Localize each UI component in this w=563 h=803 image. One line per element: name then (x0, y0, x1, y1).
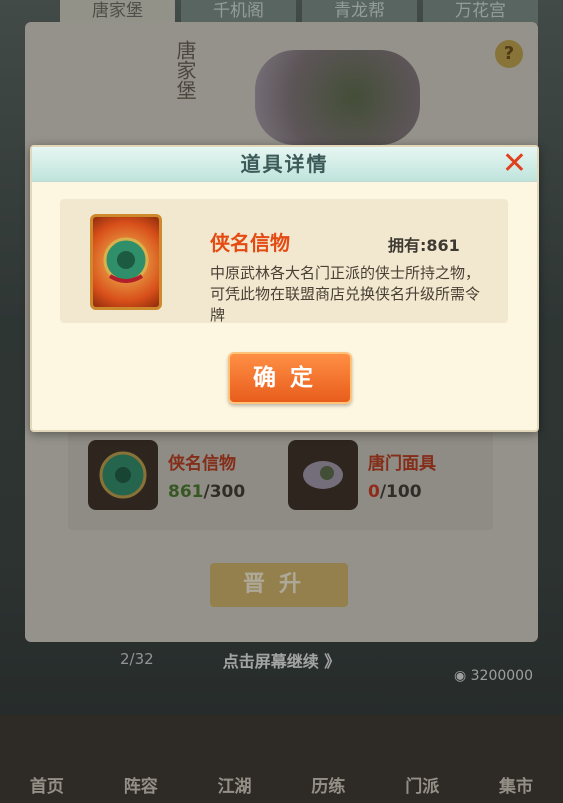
token-icon (90, 214, 162, 310)
item-info-box: 侠名信物 拥有:861 中原武林各大名门正派的侠士所持之物，可凭此物在联盟商店兑… (60, 199, 508, 324)
confirm-button[interactable]: 确定 (228, 352, 352, 404)
close-icon[interactable]: ✕ (502, 149, 527, 179)
dialog-title: 道具详情 (32, 147, 537, 182)
owned-label: 拥有: (388, 236, 427, 255)
item-owned: 拥有:861 (388, 232, 460, 256)
item-name: 侠名信物 (210, 231, 290, 255)
owned-value: 861 (426, 236, 460, 255)
item-detail-dialog: 道具详情 ✕ 侠名信物 拥有:861 中原武林各大名门正派的侠士所持之物，可凭此… (30, 145, 539, 432)
item-description: 中原武林各大名门正派的侠士所持之物，可凭此物在联盟商店兑换侠名升级所需令牌 (210, 264, 481, 324)
